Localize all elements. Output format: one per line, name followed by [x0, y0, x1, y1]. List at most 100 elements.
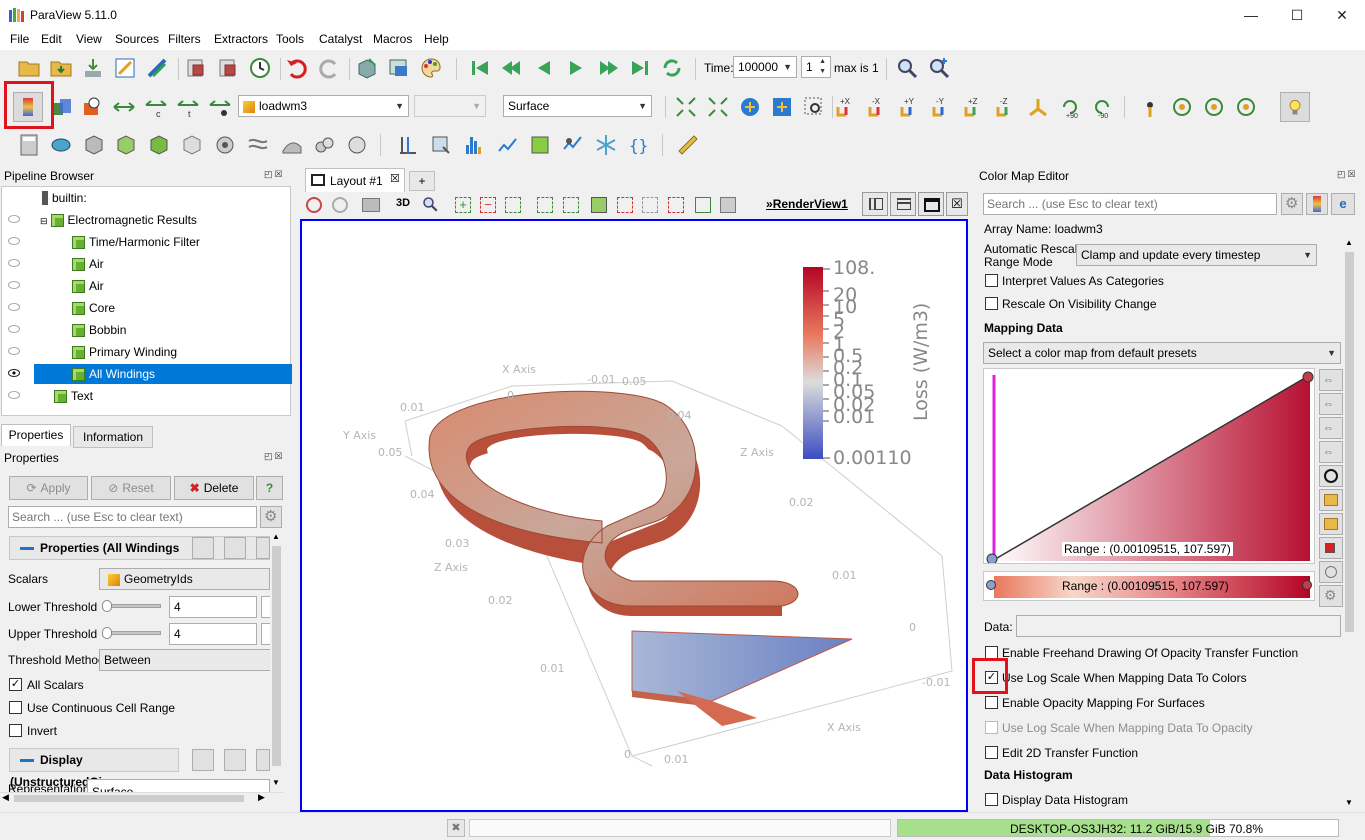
tree-item-bobbin[interactable]: Bobbin — [72, 320, 126, 340]
paste-icon[interactable] — [224, 537, 246, 559]
set-view-plus-z-icon[interactable]: +Z — [962, 95, 986, 119]
upper-threshold-input[interactable]: 4 — [169, 623, 257, 645]
reset-center-icon[interactable] — [1170, 95, 1194, 119]
load-state-file-icon[interactable] — [216, 56, 240, 80]
continuous-range-checkbox[interactable] — [9, 701, 22, 714]
memory-bar[interactable]: DESKTOP-OS3JH32: 11.2 GiB/15.9 GiB 70.8% — [897, 819, 1339, 837]
select-polygon-icon[interactable] — [563, 197, 579, 213]
rotation-center-icon[interactable] — [1234, 95, 1258, 119]
opacity-transfer-function-editor[interactable]: Range : (0.00109515, 107.597) — [983, 368, 1315, 564]
slider-handle[interactable] — [102, 600, 112, 612]
redo-icon[interactable] — [317, 56, 341, 80]
scroll-up-icon[interactable]: ▲ — [272, 532, 280, 541]
copy-icon[interactable] — [192, 537, 214, 559]
spin-arrows-icon[interactable]: ▲ ▼ — [819, 57, 826, 77]
calculator-icon[interactable] — [17, 133, 41, 157]
color-map-search-input[interactable]: Search ... (use Esc to clear text) — [983, 193, 1277, 215]
representation-property-combo[interactable]: Surface — [87, 779, 270, 793]
menu-file[interactable]: File — [10, 32, 29, 46]
tree-item-all-windings[interactable]: All Windings — [72, 364, 155, 384]
loop-icon[interactable] — [660, 56, 684, 80]
save-state-icon[interactable] — [184, 56, 208, 80]
rescale-to-custom-range-icon[interactable]: ⇔ — [1319, 393, 1343, 415]
rescale-to-visible-range-icon[interactable]: ⇔ — [1319, 441, 1343, 463]
close-window-button[interactable]: ✕ — [1319, 0, 1365, 30]
invert-transfer-function-icon[interactable] — [1319, 465, 1343, 487]
tree-item-air[interactable]: Air — [72, 254, 104, 274]
menu-tools[interactable]: Tools — [276, 32, 304, 46]
scroll-thumb[interactable] — [14, 795, 244, 802]
play-icon[interactable] — [564, 56, 588, 80]
probe-icon[interactable] — [429, 133, 453, 157]
tree-item-primary-winding[interactable]: Primary Winding — [72, 342, 177, 362]
set-view-plus-x-icon[interactable]: +X — [834, 95, 858, 119]
lower-threshold-input[interactable]: 4 — [169, 596, 257, 618]
visibility-eye-icon[interactable] — [8, 259, 20, 267]
tree-item-time-harmonic-filter[interactable]: Time/Harmonic Filter — [72, 232, 200, 252]
tree-item-text[interactable]: Text — [54, 386, 93, 406]
invert-checkbox[interactable] — [9, 724, 22, 737]
advanced-gear-icon[interactable]: ⚙ — [1281, 193, 1303, 215]
dock-float-close-icon[interactable]: ◰☒ — [264, 451, 285, 462]
menu-catalyst[interactable]: Catalyst — [319, 32, 362, 46]
control-point[interactable] — [1302, 371, 1314, 383]
clip-icon[interactable] — [82, 133, 106, 157]
choose-preset-icon[interactable] — [1319, 489, 1343, 511]
close-status-icon[interactable]: ✖ — [447, 819, 465, 837]
capture-screenshot-icon[interactable] — [362, 198, 380, 212]
menu-edit[interactable]: Edit — [41, 32, 62, 46]
menu-view[interactable]: View — [76, 32, 102, 46]
reload-icon[interactable] — [256, 749, 270, 771]
upper-threshold-slider[interactable] — [102, 627, 161, 639]
paste-icon[interactable] — [224, 749, 246, 771]
ruler-icon[interactable] — [676, 133, 700, 157]
scroll-down-icon[interactable]: ▼ — [1345, 798, 1353, 807]
find-data-icon[interactable] — [895, 56, 919, 80]
rotate-plus-90-icon[interactable]: +90 — [1058, 95, 1082, 119]
visibility-eye-icon[interactable] — [8, 215, 20, 223]
edit-2d-checkbox[interactable] — [985, 746, 998, 759]
collapse-icon[interactable]: ⊟ — [40, 216, 48, 226]
menu-extractors[interactable]: Extractors — [214, 32, 268, 46]
scroll-up-icon[interactable]: ▲ — [1345, 238, 1353, 247]
connect-icon[interactable] — [113, 56, 137, 80]
properties-search-input[interactable]: Search ... (use Esc to clear text) — [8, 506, 257, 528]
plot-global-variables-icon[interactable] — [561, 133, 585, 157]
representation-combo[interactable]: Surface ▼ — [503, 95, 652, 117]
lower-threshold-slider[interactable] — [102, 600, 161, 612]
render-view-label[interactable]: »RenderView1 — [766, 197, 848, 211]
render-scene[interactable]: X Axis Y Axis Z Axis Z Axis X Axis -0.01… — [302, 221, 966, 810]
color-legend-editor-icon[interactable]: e — [1331, 193, 1355, 215]
preset-combo[interactable]: Select a color map from default presets ▼ — [983, 342, 1341, 364]
data-histogram-icon[interactable] — [1319, 561, 1343, 583]
plot-selection-icon[interactable] — [528, 133, 552, 157]
stream-tracer-icon[interactable] — [246, 133, 270, 157]
select-points-on-icon[interactable]: − — [480, 197, 496, 213]
open-folder-icon[interactable] — [17, 56, 41, 80]
tab-information[interactable]: Information — [73, 426, 153, 448]
rescale-visible-range-icon[interactable] — [208, 95, 232, 119]
tree-item-core[interactable]: Core — [72, 298, 115, 318]
visibility-eye-icon[interactable] — [8, 347, 20, 355]
histogram-icon[interactable] — [462, 133, 486, 157]
scroll-down-icon[interactable]: ▼ — [272, 778, 280, 787]
extract-level-icon[interactable] — [345, 133, 369, 157]
delete-button[interactable]: ✖ Delete — [174, 476, 254, 500]
array-combo[interactable]: loadwm3 ▼ — [238, 95, 409, 117]
group-datasets-icon[interactable] — [313, 133, 337, 157]
clear-selection-icon[interactable] — [720, 197, 736, 213]
maximize-view-button[interactable] — [918, 192, 944, 216]
show-center-icon[interactable] — [1138, 95, 1162, 119]
all-scalars-checkbox[interactable]: ✓ — [9, 678, 22, 691]
play-backward-icon[interactable] — [532, 56, 556, 80]
scroll-left-icon[interactable]: ◀ — [2, 792, 9, 803]
next-frame-icon[interactable] — [596, 56, 620, 80]
disconnect-icon[interactable] — [145, 56, 169, 80]
zoom-to-box-icon[interactable] — [770, 95, 794, 119]
scroll-thumb[interactable] — [272, 546, 281, 766]
reset-camera-icon[interactable] — [674, 95, 698, 119]
interactive-select-icon[interactable] — [591, 197, 607, 213]
save-as-default-icon[interactable] — [1306, 193, 1328, 215]
visibility-eye-icon[interactable] — [8, 369, 20, 377]
scroll-thumb[interactable] — [1345, 252, 1354, 632]
